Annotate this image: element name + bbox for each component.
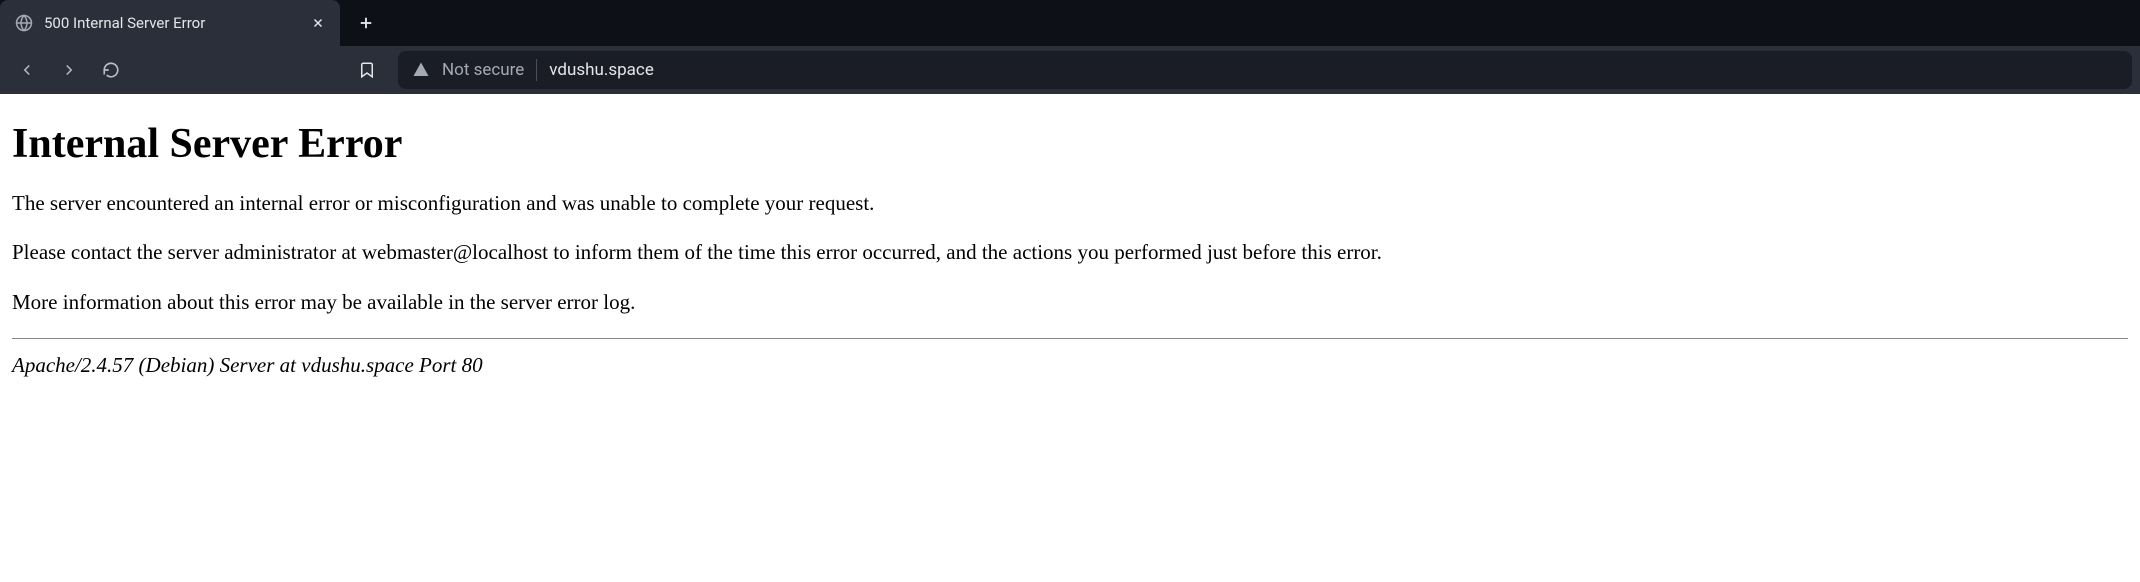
browser-tab[interactable]: 500 Internal Server Error bbox=[0, 0, 340, 46]
globe-icon bbox=[14, 13, 34, 33]
error-paragraph-1: The server encountered an internal error… bbox=[12, 190, 2128, 217]
warning-icon bbox=[412, 61, 430, 79]
tab-bar: 500 Internal Server Error bbox=[0, 0, 2140, 46]
reload-button[interactable] bbox=[92, 51, 130, 89]
page-content: Internal Server Error The server encount… bbox=[0, 94, 2140, 390]
error-paragraph-3: More information about this error may be… bbox=[12, 289, 2128, 316]
new-tab-button[interactable] bbox=[348, 5, 384, 41]
toolbar: Not secure vdushu.space bbox=[0, 46, 2140, 94]
error-paragraph-2: Please contact the server administrator … bbox=[12, 239, 2128, 266]
horizontal-rule bbox=[12, 338, 2128, 339]
security-label: Not secure bbox=[442, 60, 524, 80]
server-signature: Apache/2.4.57 (Debian) Server at vdushu.… bbox=[12, 353, 2128, 378]
url-text: vdushu.space bbox=[549, 60, 654, 80]
address-bar[interactable]: Not secure vdushu.space bbox=[398, 51, 2132, 89]
forward-button[interactable] bbox=[50, 51, 88, 89]
back-button[interactable] bbox=[8, 51, 46, 89]
bookmark-button[interactable] bbox=[348, 51, 386, 89]
browser-chrome: 500 Internal Server Error bbox=[0, 0, 2140, 94]
tab-title: 500 Internal Server Error bbox=[44, 14, 298, 32]
close-icon[interactable] bbox=[308, 13, 328, 33]
page-heading: Internal Server Error bbox=[12, 120, 2128, 168]
address-divider bbox=[536, 59, 537, 81]
